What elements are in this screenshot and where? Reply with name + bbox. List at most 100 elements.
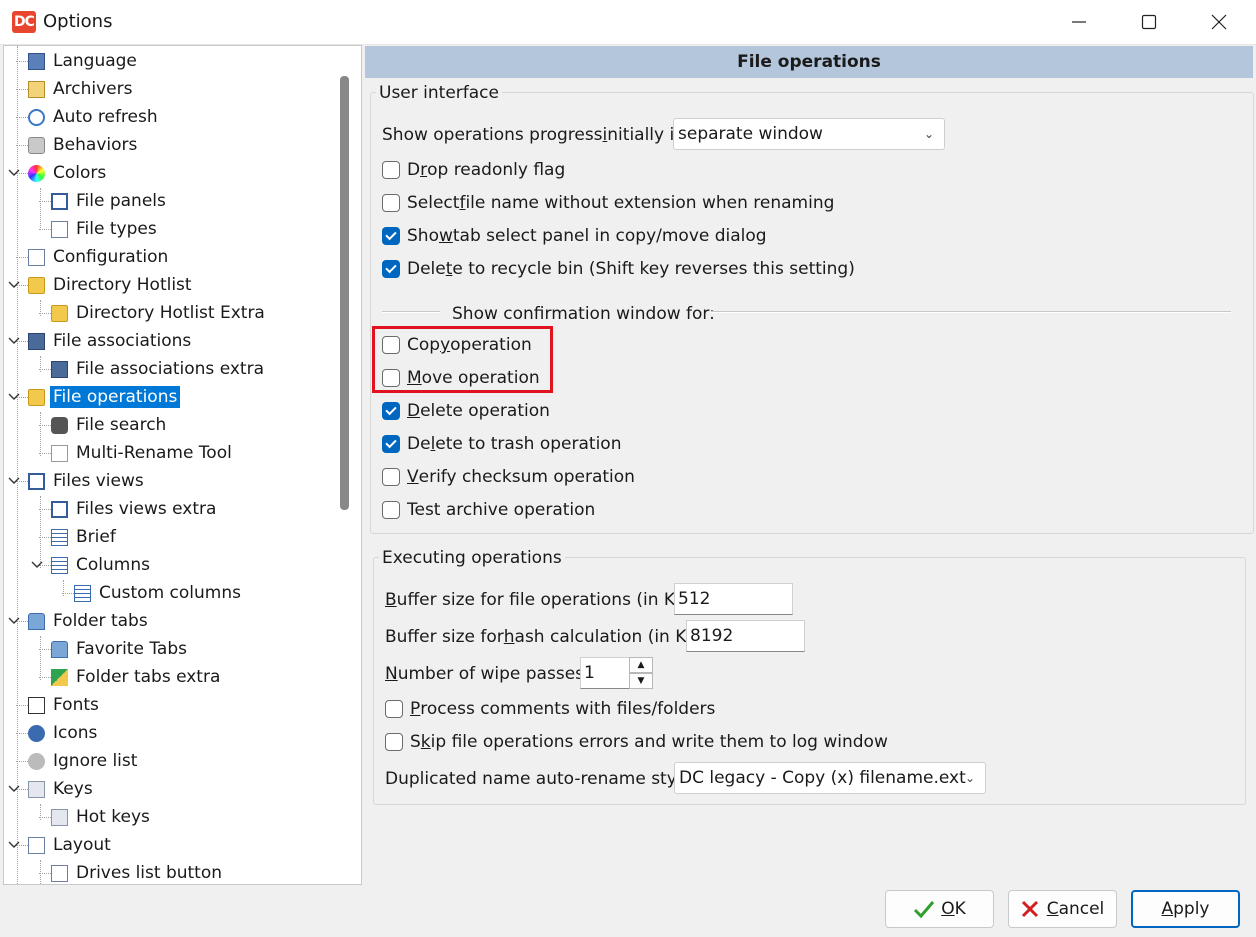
tree-connector — [16, 257, 28, 258]
progress-window-select[interactable]: separate window ⌄ — [673, 118, 945, 150]
process-comments-checkbox[interactable]: Process comments with files/folders — [385, 696, 715, 722]
tree-item-custom-columns[interactable]: Custom columns — [74, 580, 244, 606]
stepper-down-button[interactable]: ▼ — [629, 673, 653, 689]
checkbox-box[interactable] — [382, 227, 400, 245]
hash-buffer-input[interactable]: 8192 — [686, 620, 805, 652]
tree-item-label: File associations — [53, 331, 192, 351]
skip-errors-checkbox[interactable]: Sk ip file operations errors and write th… — [385, 729, 888, 755]
chevron-down-icon[interactable] — [8, 166, 20, 178]
tree-item-fonts[interactable]: Fonts — [28, 692, 102, 718]
tree-item-label: Columns — [76, 555, 150, 575]
tree-item-ignore-list[interactable]: Ignore list — [28, 748, 140, 774]
stepper-up-button[interactable]: ▲ — [629, 657, 653, 673]
checkbox-box[interactable] — [382, 435, 400, 453]
tree-scrollbar[interactable] — [340, 76, 349, 510]
apply-button[interactable]: Apply — [1131, 890, 1240, 928]
window-title: Options — [43, 11, 113, 32]
ok-button[interactable]: OK — [885, 890, 994, 928]
tree-item-icons[interactable]: Icons — [28, 720, 100, 746]
delete-to-trash-checkbox[interactable]: De l ete to trash operation — [382, 431, 621, 457]
maximize-button[interactable] — [1114, 0, 1184, 44]
tree-item-files-views[interactable]: Files views — [28, 468, 147, 494]
maximize-icon — [1141, 14, 1157, 30]
tree-item-label: Drives list button — [76, 863, 223, 883]
refresh-icon — [28, 108, 45, 126]
tree-connector — [39, 229, 51, 230]
tree-connector — [16, 61, 28, 62]
checkbox-box[interactable] — [385, 700, 403, 718]
tree-item-columns[interactable]: Columns — [51, 552, 153, 578]
test-archive-checkbox[interactable]: Test archive operation — [382, 497, 595, 523]
chevron-down-icon[interactable] — [8, 474, 20, 486]
tree-item-layout[interactable]: Layout — [28, 832, 114, 858]
checkbox-box[interactable] — [382, 468, 400, 486]
confirmation-title: Show confirmation window for: — [452, 304, 715, 324]
doc-icon — [51, 220, 68, 238]
assoc-icon — [28, 332, 45, 350]
tree-item-hot-keys[interactable]: Hot keys — [51, 804, 153, 830]
tree-item-auto-refresh[interactable]: Auto refresh — [28, 104, 161, 130]
chevron-down-icon[interactable] — [8, 838, 20, 850]
chevron-down-icon[interactable] — [8, 390, 20, 402]
panels-icon — [51, 500, 68, 518]
tree-item-directory-hotlist-extra[interactable]: Directory Hotlist Extra — [51, 300, 268, 326]
folder-icon — [28, 276, 45, 294]
tree-item-configuration[interactable]: Configuration — [28, 244, 171, 270]
verify-checksum-checkbox[interactable]: Verify checksum operation — [382, 464, 635, 490]
checkbox-box[interactable] — [382, 260, 400, 278]
tree-item-brief[interactable]: Brief — [51, 524, 119, 550]
tree-item-file-panels[interactable]: File panels — [51, 188, 169, 214]
select-filename-checkbox[interactable]: Select f ile name without extension when … — [382, 190, 834, 216]
tree-item-file-associations[interactable]: File associations — [28, 328, 194, 354]
chevron-down-icon: ⌄ — [964, 771, 975, 785]
tree-item-file-search[interactable]: File search — [51, 412, 169, 438]
tree-item-multi-rename-tool[interactable]: Multi-Rename Tool — [51, 440, 235, 466]
tree-item-label: Configuration — [53, 247, 169, 267]
minimize-button[interactable] — [1044, 0, 1114, 44]
folder-icon — [28, 388, 45, 406]
tree-item-file-associations-extra[interactable]: File associations extra — [51, 356, 267, 382]
tree-item-drives-list-button[interactable]: Drives list button — [51, 860, 225, 886]
tree-item-folder-tabs[interactable]: Folder tabs — [28, 608, 151, 634]
tree-item-file-operations[interactable]: File operations — [28, 384, 181, 410]
tree-connector — [39, 817, 51, 818]
tab-icon — [28, 612, 45, 630]
chevron-down-icon[interactable] — [8, 614, 20, 626]
wipe-passes-input[interactable]: 1 — [580, 657, 630, 689]
close-button[interactable] — [1184, 0, 1254, 44]
box-icon — [28, 80, 45, 98]
cancel-button[interactable]: Cancel — [1008, 890, 1117, 928]
chevron-down-icon[interactable] — [8, 334, 20, 346]
page-title: File operations — [365, 46, 1253, 78]
buffer-size-input[interactable]: 512 — [674, 583, 793, 615]
tree-item-colors[interactable]: Colors — [28, 160, 109, 186]
tree-item-files-views-extra[interactable]: Files views extra — [51, 496, 219, 522]
tree-item-archivers[interactable]: Archivers — [28, 76, 135, 102]
tree-item-keys[interactable]: Keys — [28, 776, 96, 802]
tree-item-label: Layout — [53, 835, 111, 855]
tree-item-label: Archivers — [53, 79, 133, 99]
drop-readonly-checkbox[interactable]: Dr op readonly flag — [382, 157, 565, 183]
checkbox-box[interactable] — [382, 501, 400, 519]
tree-item-label: Favorite Tabs — [76, 639, 187, 659]
chevron-down-icon[interactable] — [31, 558, 43, 570]
tree-item-folder-tabs-extra[interactable]: Folder tabs extra — [51, 664, 223, 690]
checkbox-box[interactable] — [385, 733, 403, 751]
tree-item-directory-hotlist[interactable]: Directory Hotlist — [28, 272, 195, 298]
tree-item-favorite-tabs[interactable]: Favorite Tabs — [51, 636, 190, 662]
delete-to-recycle-checkbox[interactable]: Dele t e to recycle bin (Shift key reverse… — [382, 256, 855, 282]
doc-icon — [28, 248, 45, 266]
chevron-down-icon[interactable] — [8, 782, 20, 794]
delete-operation-checkbox[interactable]: Delete operation — [382, 398, 550, 424]
rename-style-select[interactable]: DC legacy - Copy (x) filename.ext ⌄ — [674, 762, 986, 794]
checkbox-box[interactable] — [382, 402, 400, 420]
panels-icon — [28, 472, 45, 490]
chevron-down-icon[interactable] — [8, 278, 20, 290]
tree-item-language[interactable]: Language — [28, 48, 140, 74]
checkbox-box[interactable] — [382, 161, 400, 179]
tree-item-behaviors[interactable]: Behaviors — [28, 132, 140, 158]
show-tab-select-checkbox[interactable]: Sho w tab select panel in copy/move dialo… — [382, 223, 767, 249]
tree-item-file-types[interactable]: File types — [51, 216, 160, 242]
hash-buffer-label: Buffer size for h ash calculation (in KB)… — [385, 627, 711, 647]
checkbox-box[interactable] — [382, 194, 400, 212]
